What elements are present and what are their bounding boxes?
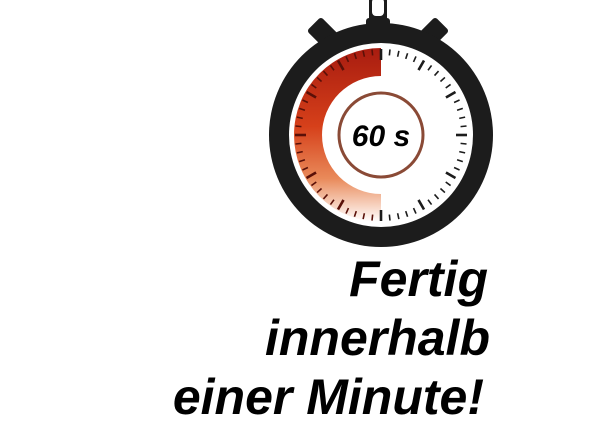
dial-tick — [295, 125, 302, 128]
dial-tick — [371, 214, 374, 221]
timer-display: 60 s — [352, 120, 410, 153]
dial-tick — [460, 125, 467, 128]
dial-tick — [295, 142, 302, 145]
dial-tick — [371, 49, 374, 56]
headline-line-3: einer Minute! — [172, 369, 484, 425]
stopwatch-icon: 60 s — [269, 0, 493, 247]
dial-tick — [460, 142, 467, 145]
dial-tick — [388, 214, 391, 221]
headline-line-2: innerhalb — [264, 310, 490, 366]
dial-tick — [388, 49, 391, 56]
headline-line-1: Fertig — [349, 251, 488, 307]
